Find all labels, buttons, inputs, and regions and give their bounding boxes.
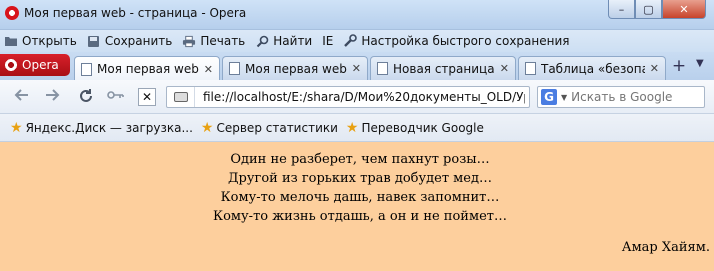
back-arrow-icon[interactable]	[12, 88, 32, 106]
opera-icon	[4, 58, 18, 72]
poem: Один не разберет, чем пахнут розы… Друго…	[0, 150, 714, 226]
address-bar[interactable]: file://localhost/E:/shara/D/Мои%20докуме…	[166, 86, 530, 108]
folder-icon	[4, 35, 18, 47]
google-icon[interactable]: G	[541, 89, 557, 105]
window-controls: – ▢ ✕	[608, 0, 706, 19]
search-engine-chevron-down-icon[interactable]: ▼	[561, 93, 567, 102]
opera-menu-button[interactable]: Opera	[0, 54, 70, 76]
address-input[interactable]: file://localhost/E:/shara/D/Мои%20докуме…	[195, 90, 525, 104]
bookmark-stats-server[interactable]: ★ Сервер статистики	[201, 120, 338, 136]
ie-button[interactable]: IE	[322, 34, 333, 48]
tab-3-close-icon[interactable]: ✕	[500, 62, 509, 75]
new-tab-button[interactable]: +	[670, 58, 688, 76]
opera-logo-icon	[5, 6, 19, 20]
search-box[interactable]: G ▼	[537, 86, 705, 108]
bookmark-google-translate[interactable]: ★ Переводчик Google	[346, 120, 484, 136]
page-icon	[229, 62, 240, 75]
page-icon	[525, 62, 536, 75]
tab-4-label: Таблица «безопа...	[541, 61, 645, 76]
open-label: Открыть	[22, 34, 77, 48]
tab-1[interactable]: Моя первая web -... ✕	[74, 56, 220, 81]
minimize-button[interactable]: –	[608, 0, 635, 19]
tab-1-close-icon[interactable]: ✕	[204, 63, 213, 76]
tab-4[interactable]: Таблица «безопа... ✕	[518, 56, 666, 80]
stop-close-icon[interactable]: ✕	[138, 88, 156, 106]
poem-line-2: Другой из горьких трав добудет мед…	[227, 171, 492, 186]
save-label: Сохранить	[104, 34, 173, 48]
poem-line-1: Один не разберет, чем пахнут розы…	[230, 152, 490, 167]
find-button[interactable]: Найти	[255, 34, 312, 48]
star-icon: ★	[345, 119, 359, 136]
bookmarks-bar: ★ Яндекс.Диск — загрузка... ★ Сервер ста…	[0, 114, 714, 142]
quick-save-settings-button[interactable]: Настройка быстрого сохранения	[343, 34, 569, 48]
poem-line-3: Кому-то мелочь дашь, навек запомнит…	[220, 190, 500, 205]
find-label: Найти	[273, 34, 313, 48]
close-button[interactable]: ✕	[662, 0, 706, 19]
printer-icon	[182, 35, 196, 47]
bookmark-yandex-disk[interactable]: ★ Яндекс.Диск — загрузка...	[10, 120, 193, 136]
poem-line-4: Кому-то жизнь отдашь, а он и не поймет…	[213, 209, 507, 224]
star-icon: ★	[200, 119, 214, 136]
opera-menu-label: Opera	[22, 58, 59, 72]
key-icon[interactable]	[106, 88, 126, 106]
tab-menu-chevron-down-icon[interactable]: ▼	[696, 58, 704, 69]
page-content: Один не разберет, чем пахнут розы… Друго…	[0, 142, 714, 271]
page-icon	[377, 62, 388, 75]
search-icon	[255, 35, 269, 47]
open-button[interactable]: Открыть	[4, 34, 77, 48]
star-icon: ★	[10, 119, 23, 136]
print-label: Печать	[200, 34, 246, 48]
tab-1-label: Моя первая web -...	[97, 62, 199, 76]
save-button[interactable]: Сохранить	[87, 34, 173, 48]
poem-author: Амар Хайям.	[621, 240, 710, 255]
bookmark-label: Переводчик Google	[361, 120, 484, 135]
navigation-bar: ✕ file://localhost/E:/shara/D/Мои%20доку…	[0, 80, 714, 114]
reload-icon[interactable]	[76, 88, 96, 106]
ie-label: IE	[322, 34, 334, 48]
save-icon	[87, 35, 101, 47]
window-title: Моя первая web - страница - Opera	[24, 6, 247, 20]
wrench-icon	[343, 34, 358, 47]
print-button[interactable]: Печать	[182, 34, 245, 48]
bookmark-label: Яндекс.Диск — загрузка...	[25, 120, 193, 135]
tab-bar: Opera Моя первая web -... ✕ Моя первая w…	[0, 52, 714, 81]
tab-2-label: Моя первая web -...	[245, 61, 347, 76]
search-input[interactable]	[571, 90, 692, 104]
bookmark-label: Сервер статистики	[216, 120, 338, 135]
maximize-button[interactable]: ▢	[635, 0, 662, 19]
page-icon	[81, 62, 92, 76]
forward-arrow-icon[interactable]	[42, 88, 62, 106]
tab-3[interactable]: Новая страница 1 ✕	[370, 56, 516, 80]
page-info-icon[interactable]	[167, 87, 195, 107]
quick-save-settings-label: Настройка быстрого сохранения	[361, 34, 570, 48]
tab-2-close-icon[interactable]: ✕	[352, 62, 361, 75]
tab-4-close-icon[interactable]: ✕	[650, 62, 659, 75]
quick-toolbar: Открыть Сохранить Печать Найти IE Настро…	[0, 30, 714, 52]
tab-2[interactable]: Моя первая web -... ✕	[222, 56, 368, 80]
tab-3-label: Новая страница 1	[393, 61, 495, 76]
window-titlebar: Моя первая web - страница - Opera – ▢ ✕	[0, 0, 714, 30]
